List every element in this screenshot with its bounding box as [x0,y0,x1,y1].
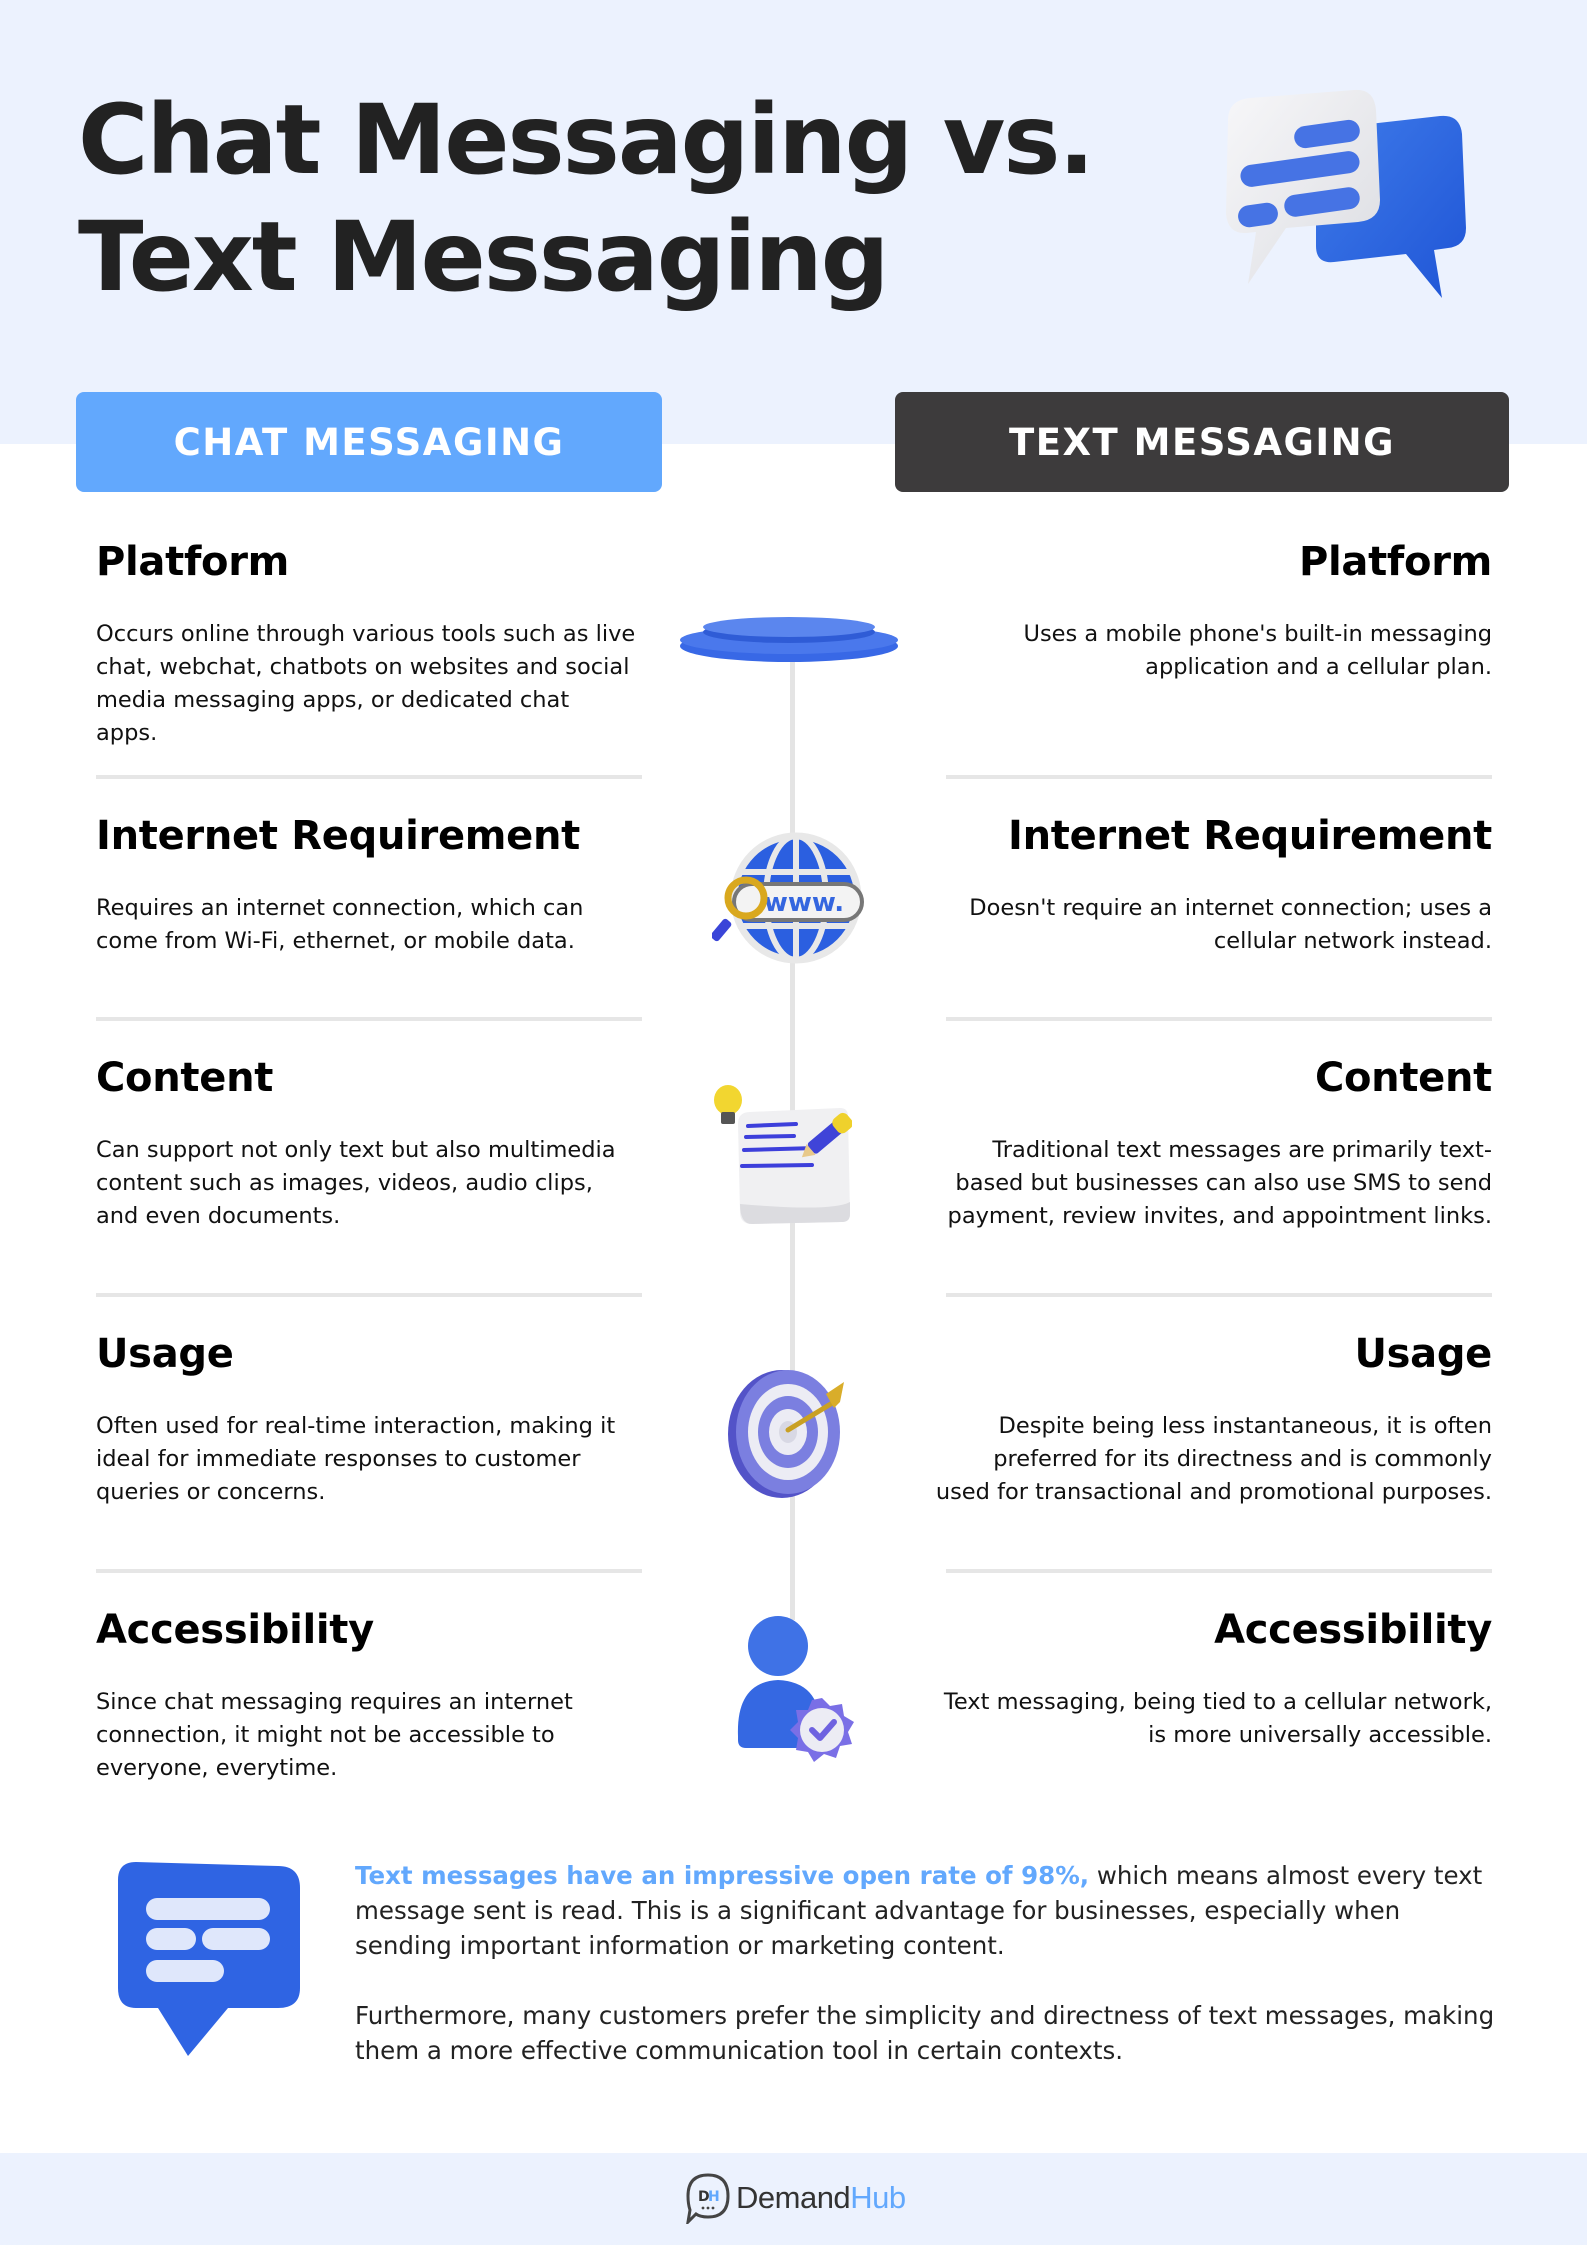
demandhub-wordmark: DemandHub [736,2180,906,2216]
section-body: Despite being less instantaneous, it is … [935,1413,1492,1505]
chat-bubbles-icon [1226,89,1466,299]
user-verified-icon [737,1616,854,1762]
section-heading: Accessibility [96,1607,374,1653]
text-content-section: Content Traditional text messages are pr… [932,1054,1493,1233]
summary-text: Text messages have an impressive open ra… [355,1858,1495,2068]
section-body: Requires an internet connection, which c… [96,895,584,954]
platform-disc-icon [680,617,898,662]
document-lightbulb-pencil-icon [714,1085,852,1224]
chat-usage-section: Usage Often used for real-time interacti… [96,1330,656,1509]
divider [96,1293,642,1297]
section-body: Traditional text messages are primarily … [947,1137,1492,1229]
globe-www-icon: www. [712,832,864,964]
section-body: Often used for real-time interaction, ma… [96,1413,616,1505]
section-body: Uses a mobile phone's built-in messaging… [1023,621,1492,680]
text-usage-section: Usage Despite being less instantaneous, … [932,1330,1492,1509]
section-body: Can support not only text but also multi… [96,1137,616,1229]
chat-platform-section: Platform Occurs online through various t… [96,538,656,750]
divider [946,1569,1492,1573]
section-body: Since chat messaging requires an interne… [96,1689,573,1781]
section-body: Occurs online through various tools such… [96,621,636,746]
open-rate-highlight: Text messages have an impressive open ra… [355,1861,1090,1890]
target-arrow-icon [728,1370,844,1498]
svg-text:www.: www. [764,888,844,918]
section-heading: Internet Requirement [1007,813,1492,859]
section-heading: Content [1314,1055,1492,1101]
section-heading: Usage [1354,1331,1492,1377]
brand-demand: Demand [736,2180,851,2215]
chat-messaging-header-label: CHAT MESSAGING [173,420,565,464]
demandhub-logo: D H DemandHub [684,2172,906,2224]
title-line-1: Chat Messaging vs. [78,84,1095,196]
svg-text:H: H [708,2189,720,2205]
page-title: Chat Messaging vs. Text Messaging [78,82,1095,316]
section-heading: Usage [96,1331,234,1377]
message-bubble-icon [118,1862,300,2056]
summary-paragraph-2: Furthermore, many customers prefer the s… [355,2001,1495,2065]
chat-accessibility-section: Accessibility Since chat messaging requi… [96,1606,656,1785]
chat-content-section: Content Can support not only text but al… [96,1054,656,1233]
text-messaging-header: TEXT MESSAGING [895,392,1509,492]
section-body: Doesn't require an internet connection; … [969,895,1492,954]
divider [946,1017,1492,1021]
brand-hub: Hub [850,2180,906,2215]
divider [96,1017,642,1021]
section-heading: Accessibility [1214,1607,1492,1653]
divider [96,1569,642,1573]
chat-internet-section: Internet Requirement Requires an interne… [96,812,656,958]
summary-paragraph-1: Text messages have an impressive open ra… [355,1858,1495,1963]
text-accessibility-section: Accessibility Text messaging, being tied… [932,1606,1492,1752]
section-heading: Content [96,1055,274,1101]
section-heading: Platform [96,539,290,585]
demandhub-logo-icon: D H [686,2173,730,2224]
section-heading: Internet Requirement [96,813,581,859]
section-heading: Platform [1298,539,1492,585]
title-line-2: Text Messaging [78,201,889,313]
section-body: Text messaging, being tied to a cellular… [943,1689,1492,1748]
divider [946,775,1492,779]
text-internet-section: Internet Requirement Doesn't require an … [932,812,1492,958]
text-platform-section: Platform Uses a mobile phone's built-in … [932,538,1492,684]
text-messaging-header-label: TEXT MESSAGING [1009,420,1395,464]
divider [946,1293,1492,1297]
divider [96,775,642,779]
chat-messaging-header: CHAT MESSAGING [76,392,662,492]
